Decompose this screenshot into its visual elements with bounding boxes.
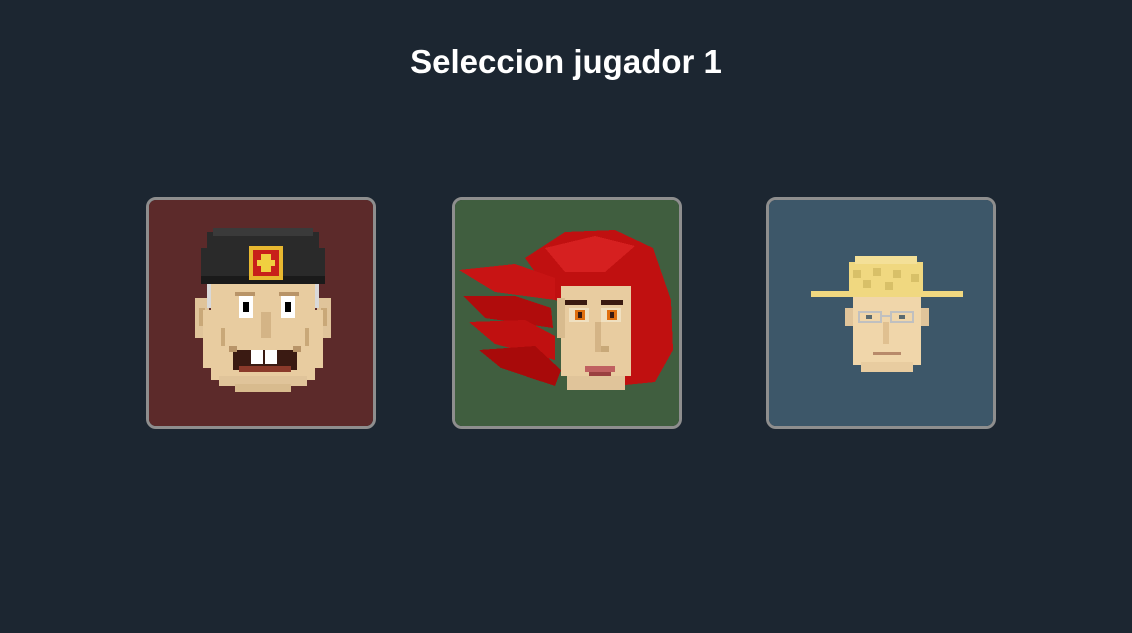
character-card-2[interactable]	[452, 197, 682, 429]
soviet-officer-portrait-icon	[149, 200, 373, 426]
red-haired-woman-portrait-icon	[455, 200, 679, 426]
page-title: Seleccion jugador 1	[410, 43, 722, 80]
straw-hat-farmer-portrait-icon	[769, 200, 993, 426]
character-card-3[interactable]	[766, 197, 996, 429]
character-card-1[interactable]	[146, 197, 376, 429]
